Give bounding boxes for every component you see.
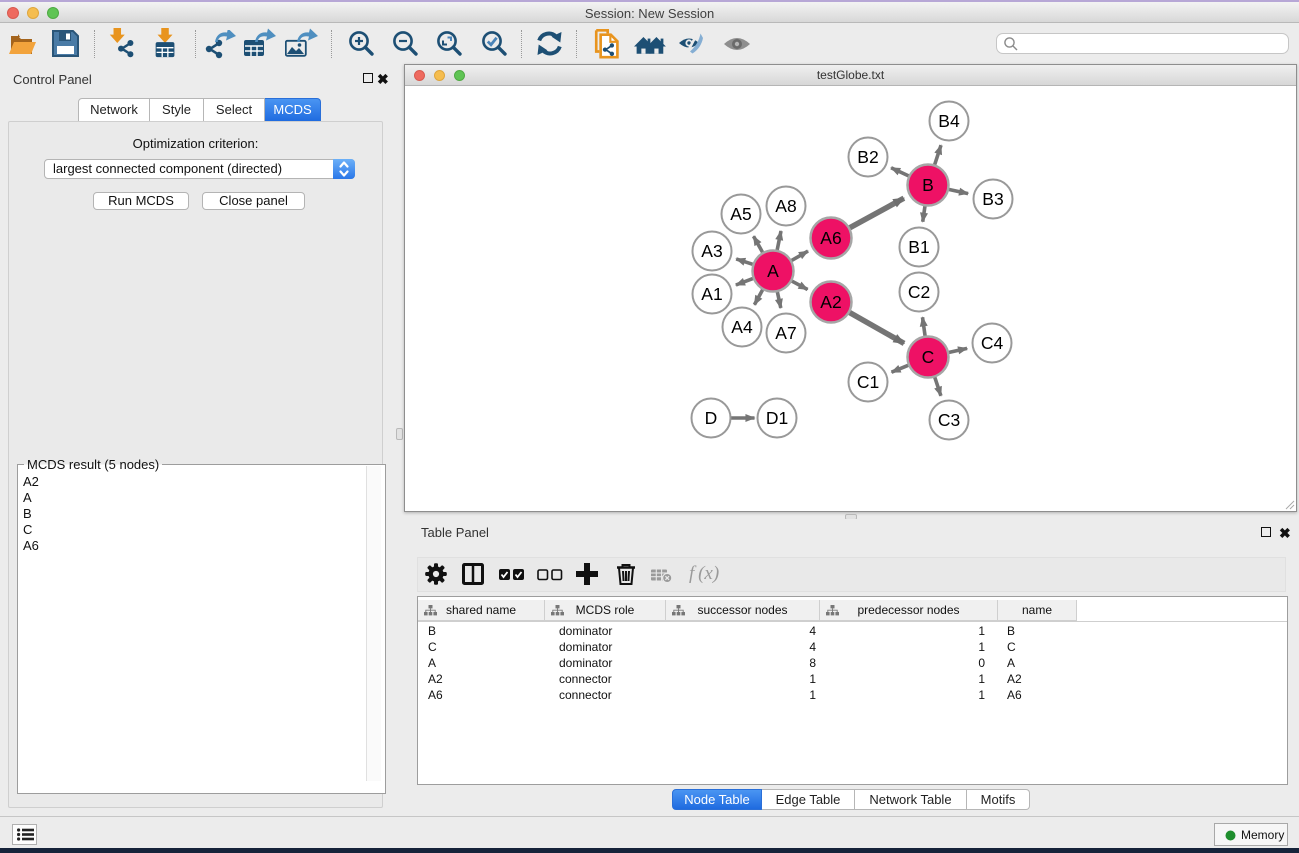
svg-text:B: B [922, 175, 934, 195]
svg-text:A5: A5 [730, 204, 751, 224]
svg-text:D: D [705, 408, 718, 428]
svg-text:A6: A6 [820, 228, 841, 248]
svg-text:A: A [767, 261, 779, 281]
svg-text:B2: B2 [857, 147, 878, 167]
svg-text:A3: A3 [701, 241, 722, 261]
svg-text:B1: B1 [908, 237, 929, 257]
svg-text:C2: C2 [908, 282, 930, 302]
svg-text:B4: B4 [938, 111, 960, 131]
svg-text:A7: A7 [775, 323, 796, 343]
svg-text:C4: C4 [981, 333, 1004, 353]
svg-text:C3: C3 [938, 410, 960, 430]
svg-text:D1: D1 [766, 408, 788, 428]
svg-text:A1: A1 [701, 284, 722, 304]
svg-text:B3: B3 [982, 189, 1003, 209]
svg-text:A2: A2 [820, 292, 841, 312]
svg-text:C1: C1 [857, 372, 879, 392]
svg-text:C: C [922, 347, 935, 367]
svg-text:A4: A4 [731, 317, 753, 337]
svg-text:A8: A8 [775, 196, 796, 216]
